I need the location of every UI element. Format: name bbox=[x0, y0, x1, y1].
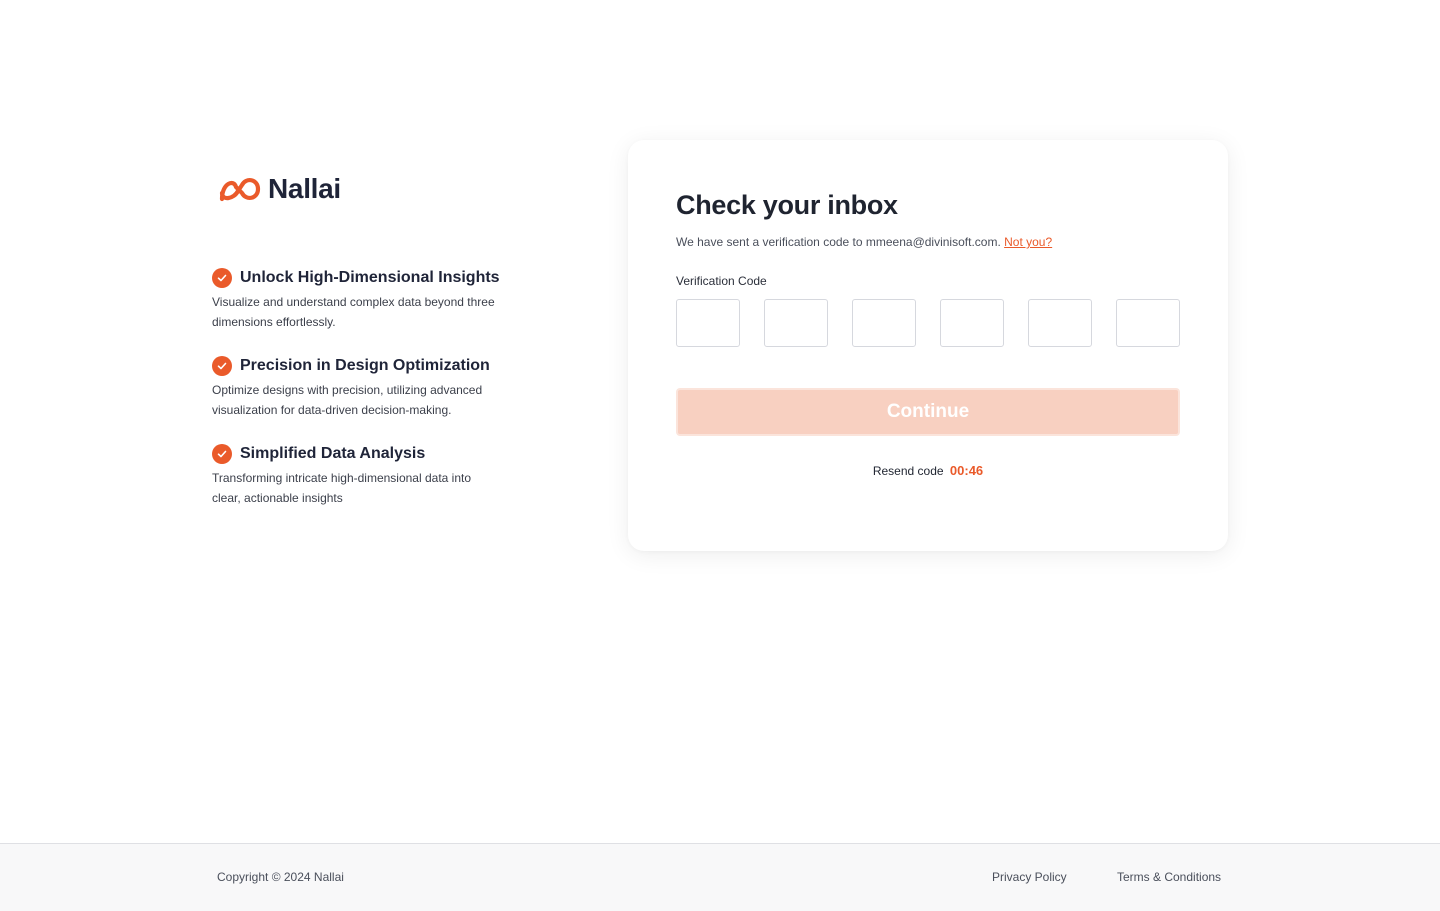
continue-button[interactable]: Continue bbox=[676, 388, 1180, 436]
copyright-text: Copyright © 2024 Nallai bbox=[217, 870, 344, 884]
check-circle-icon bbox=[212, 268, 232, 288]
resend-timer: 00:46 bbox=[949, 463, 984, 478]
code-digit-5[interactable] bbox=[1028, 299, 1092, 347]
code-digit-1[interactable] bbox=[676, 299, 740, 347]
verification-code-inputs bbox=[676, 299, 1180, 347]
feature-item: Unlock High-Dimensional Insights Visuali… bbox=[212, 266, 542, 332]
feature-description: Transforming intricate high-dimensional … bbox=[212, 471, 472, 505]
brand-logo: Nallai bbox=[218, 170, 542, 208]
feature-item: Precision in Design Optimization Optimiz… bbox=[212, 354, 542, 420]
feature-title: Simplified Data Analysis bbox=[240, 445, 426, 462]
feature-title: Precision in Design Optimization bbox=[240, 357, 490, 374]
brand-name: Nallai bbox=[268, 173, 341, 204]
code-digit-3[interactable] bbox=[852, 299, 916, 347]
resend-code: Resend code 00:46 bbox=[676, 463, 1180, 478]
check-circle-icon bbox=[212, 444, 232, 464]
nallai-infinity-logo-icon bbox=[219, 178, 261, 202]
footer: Copyright © 2024 Nallai Privacy Policy T… bbox=[0, 843, 1440, 911]
left-panel: Nallai Unlock High-Dimensional Insights … bbox=[212, 170, 542, 530]
terms-conditions-link[interactable]: Terms & Conditions bbox=[1117, 870, 1221, 884]
code-digit-6[interactable] bbox=[1116, 299, 1180, 347]
feature-item: Simplified Data Analysis Transforming in… bbox=[212, 442, 542, 508]
privacy-policy-link[interactable]: Privacy Policy bbox=[992, 870, 1067, 884]
verification-code-label: Verification Code bbox=[676, 274, 767, 288]
check-circle-icon bbox=[212, 356, 232, 376]
feature-title: Unlock High-Dimensional Insights bbox=[240, 269, 500, 286]
page-title: Check your inbox bbox=[676, 190, 898, 220]
verification-message: We have sent a verification code to mmee… bbox=[676, 234, 1180, 250]
feature-description: Visualize and understand complex data be… bbox=[212, 295, 495, 329]
feature-list: Unlock High-Dimensional Insights Visuali… bbox=[212, 266, 542, 508]
code-digit-2[interactable] bbox=[764, 299, 828, 347]
not-you-link[interactable]: Not you? bbox=[1004, 235, 1052, 249]
verification-card: Check your inbox We have sent a verifica… bbox=[628, 140, 1228, 551]
resend-code-label: Resend code bbox=[872, 464, 944, 478]
verification-message-text: We have sent a verification code to mmee… bbox=[676, 235, 1001, 249]
code-digit-4[interactable] bbox=[940, 299, 1004, 347]
feature-description: Optimize designs with precision, utilizi… bbox=[212, 383, 483, 417]
